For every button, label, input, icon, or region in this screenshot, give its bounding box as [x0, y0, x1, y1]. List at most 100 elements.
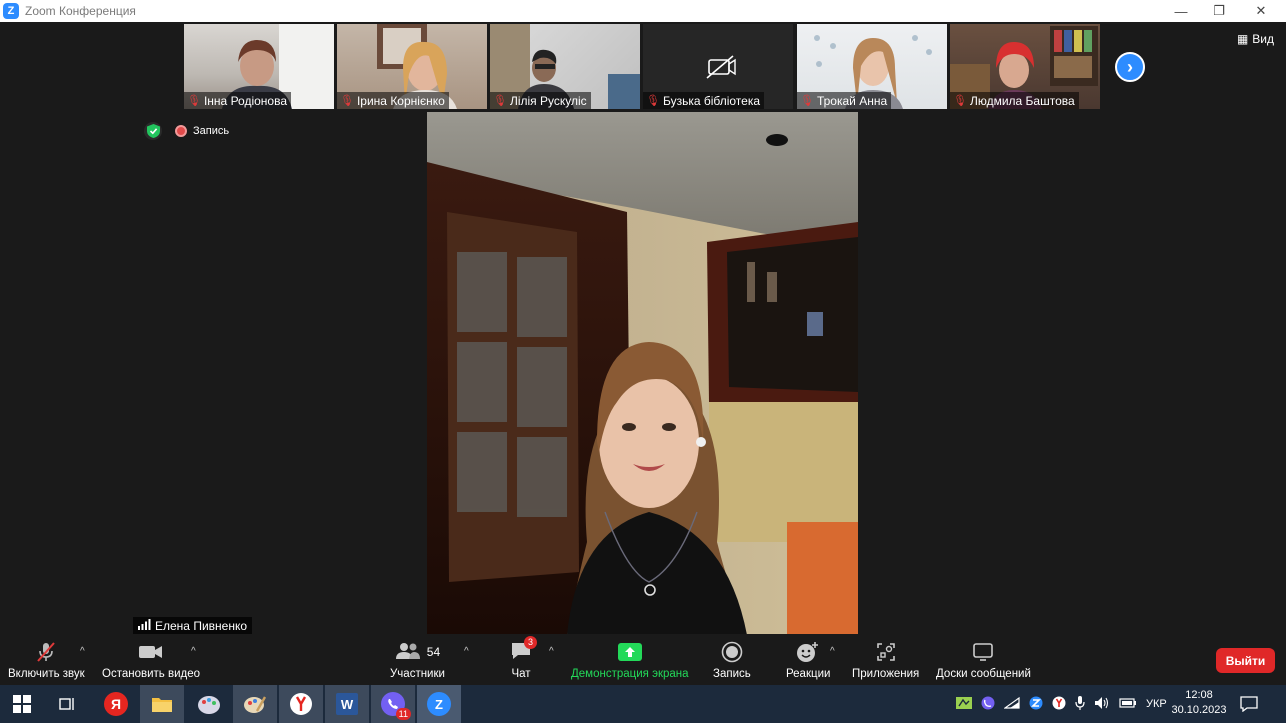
taskbar-viber[interactable]: 11 — [371, 685, 415, 723]
share-screen-icon — [617, 638, 642, 666]
participant-name-tag: 🎙 Лілія Рускуліс — [490, 92, 591, 109]
taskbar-zoom[interactable]: Z — [417, 685, 461, 723]
participants-options-caret-icon[interactable]: ^ — [464, 646, 469, 657]
taskbar-paint-app-2[interactable] — [233, 685, 277, 723]
participants-icon — [395, 642, 421, 663]
word-icon: W — [336, 693, 358, 715]
participant-name-tag: 🎙 Бузька бібліотека — [643, 92, 765, 109]
signal-bars-icon — [138, 619, 151, 633]
chevron-right-icon: › — [1127, 56, 1133, 77]
chat-options-caret-icon[interactable]: ^ — [549, 646, 554, 657]
encryption-shield-icon[interactable] — [144, 122, 162, 140]
tray-network-icon[interactable] — [1003, 696, 1020, 713]
speaker-video-frame — [427, 112, 858, 635]
meeting-stage: 🎙 Інна Родіонова 🎙 Ірина Корнієнко 🎙 Ліл… — [0, 22, 1286, 635]
task-view-icon — [59, 698, 74, 710]
input-language-indicator[interactable]: УКР — [1146, 698, 1167, 710]
task-view-button[interactable] — [46, 685, 90, 723]
participant-tile[interactable]: 🎙 Інна Родіонова — [184, 24, 334, 109]
participant-name-tag: 🎙 Трокай Анна — [797, 92, 892, 109]
share-screen-label: Демонстрация экрана — [571, 668, 689, 680]
taskbar-yandex-launcher[interactable]: Я — [94, 685, 138, 723]
next-page-button[interactable]: › — [1115, 52, 1145, 82]
apps-button[interactable]: Приложения — [852, 638, 919, 680]
notification-center-button[interactable] — [1228, 685, 1270, 723]
taskbar-yandex-browser[interactable] — [279, 685, 323, 723]
tray-monitor-icon[interactable] — [956, 696, 972, 713]
apps-label: Приложения — [852, 668, 920, 680]
chat-label: Чат — [511, 668, 531, 680]
participant-tile[interactable]: 🎙 Лілія Рускуліс — [490, 24, 640, 109]
start-button[interactable] — [0, 685, 44, 723]
participant-name: Трокай Анна — [816, 93, 888, 108]
participant-name: Лілія Рускуліс — [509, 93, 587, 108]
stop-video-label: Остановить видео — [102, 668, 200, 680]
unmute-label: Включить звук — [8, 668, 85, 680]
restore-button[interactable]: ❐ — [1199, 0, 1239, 22]
mic-muted-icon: 🎙 — [340, 95, 354, 107]
viber-unread-badge: 11 — [395, 708, 411, 720]
tray-zoom-icon[interactable] — [1029, 696, 1043, 713]
recording-label: Запись — [193, 125, 230, 137]
window-title: Zoom Конференция — [25, 4, 136, 18]
record-button[interactable]: Запись — [713, 638, 751, 680]
tray-yandex-icon[interactable] — [1052, 696, 1066, 713]
leave-meeting-button[interactable]: Выйти — [1216, 648, 1275, 673]
unmute-button[interactable]: Включить звук — [8, 638, 85, 680]
taskbar-paint-app[interactable] — [187, 685, 231, 723]
paint-brush-icon — [244, 696, 267, 713]
reactions-options-caret-icon[interactable]: ^ — [830, 646, 835, 657]
reactions-button[interactable]: Реакции — [786, 638, 830, 680]
participants-button[interactable]: 54 Участники — [390, 638, 445, 680]
mic-muted-icon: 🎙 — [646, 95, 660, 107]
participant-name: Бузька бібліотека — [662, 93, 761, 108]
tray-volume-icon[interactable] — [1094, 696, 1110, 713]
tray-microphone-icon[interactable] — [1075, 695, 1085, 713]
mic-muted-icon: 🎙 — [493, 95, 507, 107]
participant-name: Ірина Корнієнко — [356, 93, 445, 108]
recording-dot-icon — [175, 125, 187, 137]
recording-indicator[interactable]: Запись — [175, 122, 229, 140]
view-grid-icon: ▦ — [1236, 32, 1249, 46]
share-screen-button[interactable]: Демонстрация экрана — [571, 638, 689, 680]
record-label: Запись — [713, 668, 751, 680]
notification-icon — [1240, 696, 1258, 712]
video-options-caret-icon[interactable]: ^ — [191, 646, 196, 657]
viber-icon: 11 — [381, 692, 411, 720]
reactions-icon — [796, 638, 820, 666]
folder-icon — [152, 698, 172, 712]
stop-video-button[interactable]: Остановить видео — [102, 638, 200, 680]
audio-options-caret-icon[interactable]: ^ — [80, 646, 85, 657]
taskbar-word[interactable]: W — [325, 685, 369, 723]
speaker-name-tag: Елена Пивненко — [133, 617, 253, 635]
whiteboards-button[interactable]: Доски сообщений — [936, 638, 1031, 680]
view-label: Вид — [1252, 32, 1274, 46]
title-bar: Z Zoom Конференция — ❐ ✕ — [0, 0, 1286, 22]
tray-battery-icon[interactable] — [1119, 697, 1137, 712]
whiteboard-icon — [972, 638, 994, 666]
participant-name-tag: 🎙 Ірина Корнієнко — [337, 92, 449, 109]
close-button[interactable]: ✕ — [1241, 0, 1281, 22]
apps-icon — [876, 638, 896, 666]
tray-viber-icon[interactable] — [981, 696, 995, 713]
mic-muted-icon: 🎙 — [800, 95, 814, 107]
participant-tile[interactable]: 🎙 Людмила Баштова — [950, 24, 1100, 109]
taskbar-clock[interactable]: 12:08 30.10.2023 — [1168, 688, 1230, 718]
view-button[interactable]: ▦ Вид — [1237, 32, 1274, 46]
participant-tile[interactable]: 🎙 Бузька бібліотека — [643, 24, 793, 109]
chat-button[interactable]: 3 Чат — [510, 636, 538, 680]
participants-count: 54 — [426, 645, 441, 659]
minimize-button[interactable]: — — [1161, 0, 1201, 22]
mic-muted-icon — [34, 638, 58, 666]
windows-taskbar: Я W 11 Z УКР 12:08 30.10.2023 — [0, 685, 1286, 723]
active-speaker-video — [427, 112, 858, 635]
taskbar-file-explorer[interactable] — [140, 685, 184, 723]
participant-name: Інна Родіонова — [203, 93, 288, 108]
participant-tile[interactable]: 🎙 Ірина Корнієнко — [337, 24, 487, 109]
reactions-label: Реакции — [786, 668, 831, 680]
zoom-icon: Z — [427, 692, 451, 716]
participant-tile[interactable]: 🎙 Трокай Анна — [797, 24, 947, 109]
zoom-logo-icon: Z — [3, 3, 19, 19]
clock-time: 12:08 — [1185, 689, 1213, 701]
participant-name: Людмила Баштова — [969, 93, 1075, 108]
